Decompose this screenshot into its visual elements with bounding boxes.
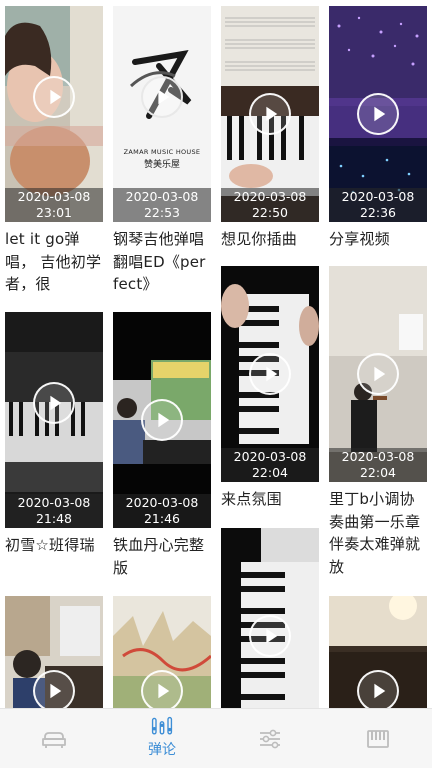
video-title[interactable]: 想见你插曲 — [221, 228, 319, 251]
video-time: 21:46 — [143, 511, 181, 526]
video-title[interactable]: 初雪☆班得瑞 — [5, 534, 103, 557]
tab-discussion-label: 弹论 — [148, 742, 176, 758]
video-date: 2020-03-08 — [125, 189, 199, 204]
video-feed: 2020-03-08 23:01 let it go弹唱， 吉他初学者，很 20… — [0, 0, 432, 708]
video-thumbnail[interactable]: ZAMAR MUSIC HOUSE 赞美乐屋 2020-03-08 22:53 — [113, 6, 211, 222]
video-thumbnail[interactable]: 2020-03-08 22:04 — [221, 266, 319, 482]
timestamp-overlay: 2020-03-08 21:48 — [5, 494, 103, 528]
video-time: 21:48 — [35, 511, 73, 526]
play-icon[interactable] — [141, 670, 183, 708]
equalizer-icon — [151, 716, 173, 735]
video-title[interactable]: 钢琴吉他弹唱翻唱ED《perfect》 — [113, 228, 211, 296]
play-icon[interactable] — [249, 93, 291, 135]
tab-home[interactable] — [0, 709, 108, 769]
video-thumbnail[interactable]: 2020-03-08 22:04 — [329, 266, 427, 482]
video-time: 23:01 — [35, 205, 73, 220]
video-title[interactable]: 来点氛围 — [221, 488, 319, 511]
play-icon[interactable] — [33, 670, 75, 708]
piano-keys-icon — [367, 730, 389, 748]
video-date: 2020-03-08 — [233, 189, 307, 204]
timestamp-overlay: 2020-03-08 22:36 — [329, 188, 427, 222]
video-time: 22:53 — [143, 205, 181, 220]
timestamp-overlay: 2020-03-08 22:53 — [113, 188, 211, 222]
zamar-logo: ZAMAR MUSIC HOUSE 赞美乐屋 — [113, 148, 211, 170]
video-time: 22:50 — [251, 205, 289, 220]
play-icon[interactable] — [357, 353, 399, 395]
timestamp-overlay: 2020-03-08 22:04 — [221, 448, 319, 482]
video-thumbnail[interactable]: 2020-03-08 23:01 — [5, 6, 103, 222]
play-icon[interactable] — [141, 75, 183, 118]
play-icon[interactable] — [357, 670, 399, 708]
video-time: 22:36 — [359, 205, 397, 220]
video-time: 22:04 — [359, 465, 397, 480]
video-thumbnail[interactable]: 2020-03-08 21:48 — [5, 312, 103, 528]
video-date: 2020-03-08 — [17, 495, 91, 510]
video-thumbnail[interactable]: 2020-03-08 21:46 — [113, 312, 211, 528]
tab-discussion[interactable]: 弹论 — [108, 709, 216, 769]
play-icon[interactable] — [33, 381, 75, 424]
video-title[interactable]: 铁血丹心完整版 — [113, 534, 211, 579]
timestamp-overlay: 2020-03-08 22:04 — [329, 448, 427, 482]
tab-piano[interactable] — [324, 709, 432, 769]
bottom-tab-bar: 弹论 — [0, 708, 432, 768]
timestamp-overlay: 2020-03-08 22:50 — [221, 188, 319, 222]
play-icon[interactable] — [249, 615, 291, 657]
video-date: 2020-03-08 — [17, 189, 91, 204]
video-date: 2020-03-08 — [341, 189, 415, 204]
play-icon[interactable] — [357, 93, 399, 135]
tab-settings[interactable] — [216, 709, 324, 769]
play-icon[interactable] — [141, 399, 183, 441]
video-thumbnail[interactable] — [221, 528, 319, 708]
video-date: 2020-03-08 — [125, 495, 199, 510]
timestamp-overlay: 2020-03-08 21:46 — [113, 494, 211, 528]
video-thumbnail[interactable] — [5, 596, 103, 708]
sliders-icon — [260, 729, 280, 749]
timestamp-overlay: 2020-03-08 23:01 — [5, 188, 103, 222]
video-thumbnail[interactable] — [113, 596, 211, 708]
logo-chinese-text: 赞美乐屋 — [143, 160, 180, 170]
video-thumbnail[interactable]: 2020-03-08 22:36 — [329, 6, 427, 222]
play-icon[interactable] — [249, 353, 291, 395]
video-time: 22:04 — [251, 465, 289, 480]
video-date: 2020-03-08 — [233, 449, 307, 464]
logo-brand-text: ZAMAR MUSIC HOUSE — [123, 148, 201, 156]
video-date: 2020-03-08 — [341, 449, 415, 464]
play-icon[interactable] — [33, 75, 75, 118]
sofa-icon — [42, 732, 66, 748]
video-title[interactable]: 分享视频 — [329, 228, 427, 251]
video-title[interactable]: 里丁b小调协奏曲第一乐章 伴奏太难弹就放 — [329, 488, 427, 578]
video-thumbnail[interactable]: 2020-03-08 22:50 — [221, 6, 319, 222]
video-thumbnail[interactable] — [329, 596, 427, 708]
video-title[interactable]: let it go弹唱， 吉他初学者，很 — [5, 228, 103, 296]
